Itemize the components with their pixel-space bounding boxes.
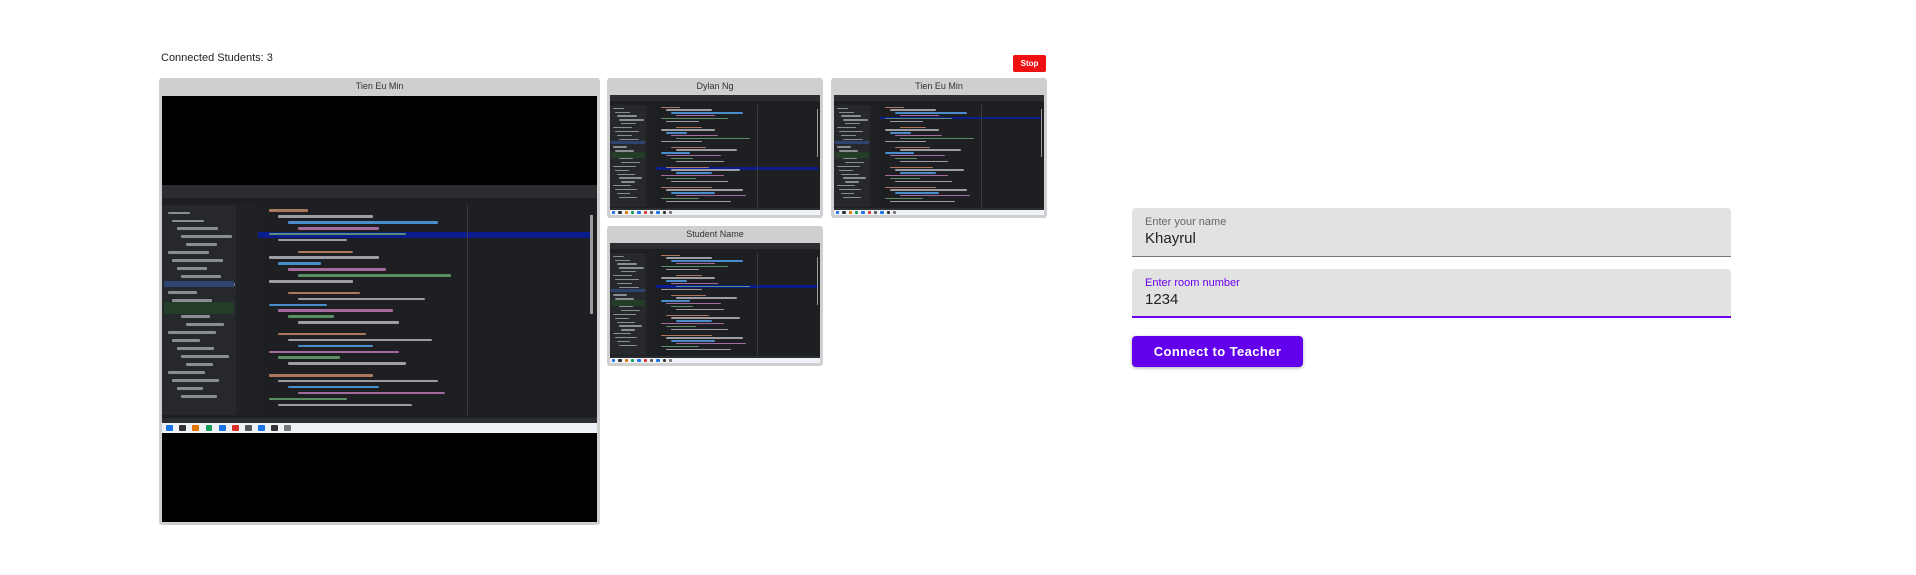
student-screen-stream (610, 95, 820, 215)
student-name-label: Dylan Ng (696, 81, 734, 91)
name-field-label: Enter your name (1145, 216, 1227, 228)
connected-students-count: Connected Students: 3 (161, 52, 273, 64)
room-number-field-label: Enter room number (1145, 277, 1240, 289)
shared-screen-image (834, 95, 1044, 215)
student-screen-tile[interactable]: Student Name (607, 226, 823, 366)
connect-to-teacher-button[interactable]: Connect to Teacher (1132, 336, 1303, 367)
student-name-label: Tien Eu Min (355, 81, 404, 91)
student-screen-stream (610, 243, 820, 363)
name-input[interactable] (1145, 230, 1715, 247)
student-screen-stream (162, 96, 597, 522)
student-screen-tile[interactable]: Tien Eu Min (831, 78, 1047, 218)
shared-screen-image (610, 95, 820, 215)
student-name-label: Tien Eu Min (915, 81, 963, 91)
stop-button[interactable]: Stop (1013, 55, 1046, 72)
student-name-label: Student Name (686, 229, 744, 239)
name-field[interactable]: Enter your name (1132, 208, 1731, 257)
student-screen-stream (834, 95, 1044, 215)
shared-screen-image (162, 185, 597, 433)
student-screen-tile[interactable]: Dylan Ng (607, 78, 823, 218)
shared-screen-image (610, 243, 820, 363)
student-screen-tile[interactable]: Tien Eu Min (159, 78, 600, 525)
room-number-field[interactable]: Enter room number (1132, 269, 1731, 318)
room-number-input[interactable] (1145, 291, 1715, 308)
